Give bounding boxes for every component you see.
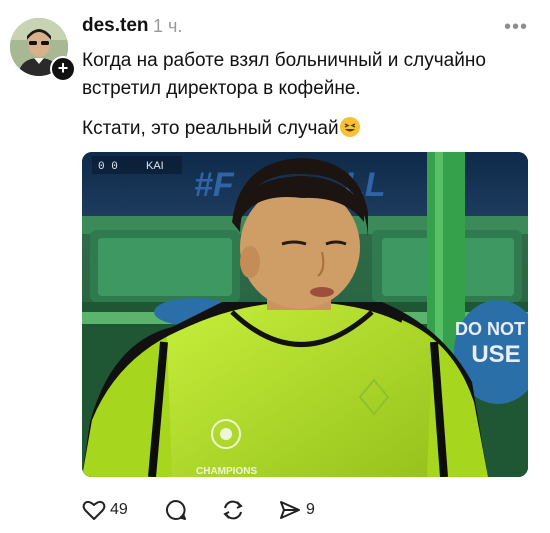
heart-icon <box>82 500 106 520</box>
post-text-line-3: Кстати, это реальный случай <box>82 116 360 142</box>
grinning-squinting-face-icon <box>339 117 360 137</box>
post-image[interactable]: DO NOT USE #F LL 0 0 KAI CHAMPIONS <box>82 152 528 477</box>
sign-text-bottom: USE <box>471 341 520 368</box>
like-button[interactable]: 49 <box>82 496 128 524</box>
more-options-icon[interactable]: ••• <box>504 16 528 39</box>
vest-logo-text: CHAMPIONS <box>196 466 257 477</box>
scoreboard-team: KAI <box>146 160 164 172</box>
post-text-line-3-text: Кстати, это реальный случай <box>82 118 339 139</box>
like-count: 49 <box>110 501 128 518</box>
post-text-line-2: встретил директора в кофейне. <box>82 78 361 99</box>
post-text-line-1: Когда на работе взял больничный и случай… <box>82 50 486 71</box>
post: + des.ten 1 ч. ••• Когда на работе взял … <box>0 0 550 533</box>
scoreboard-score: 0 0 <box>98 161 118 173</box>
share-button[interactable]: 9 <box>278 496 315 524</box>
comment-button[interactable] <box>164 496 188 524</box>
post-time: 1 ч. <box>153 16 183 36</box>
follow-plus-icon[interactable]: + <box>50 56 76 82</box>
banner-text: #F <box>194 166 235 204</box>
repost-icon <box>223 500 243 520</box>
author-name[interactable]: des.ten <box>82 15 149 37</box>
comment-icon <box>166 500 186 520</box>
repost-button[interactable] <box>220 496 246 524</box>
avatar[interactable]: + <box>10 18 76 82</box>
send-icon <box>280 501 300 519</box>
sign-text-top: DO NOT <box>455 319 525 339</box>
share-count: 9 <box>306 501 315 518</box>
